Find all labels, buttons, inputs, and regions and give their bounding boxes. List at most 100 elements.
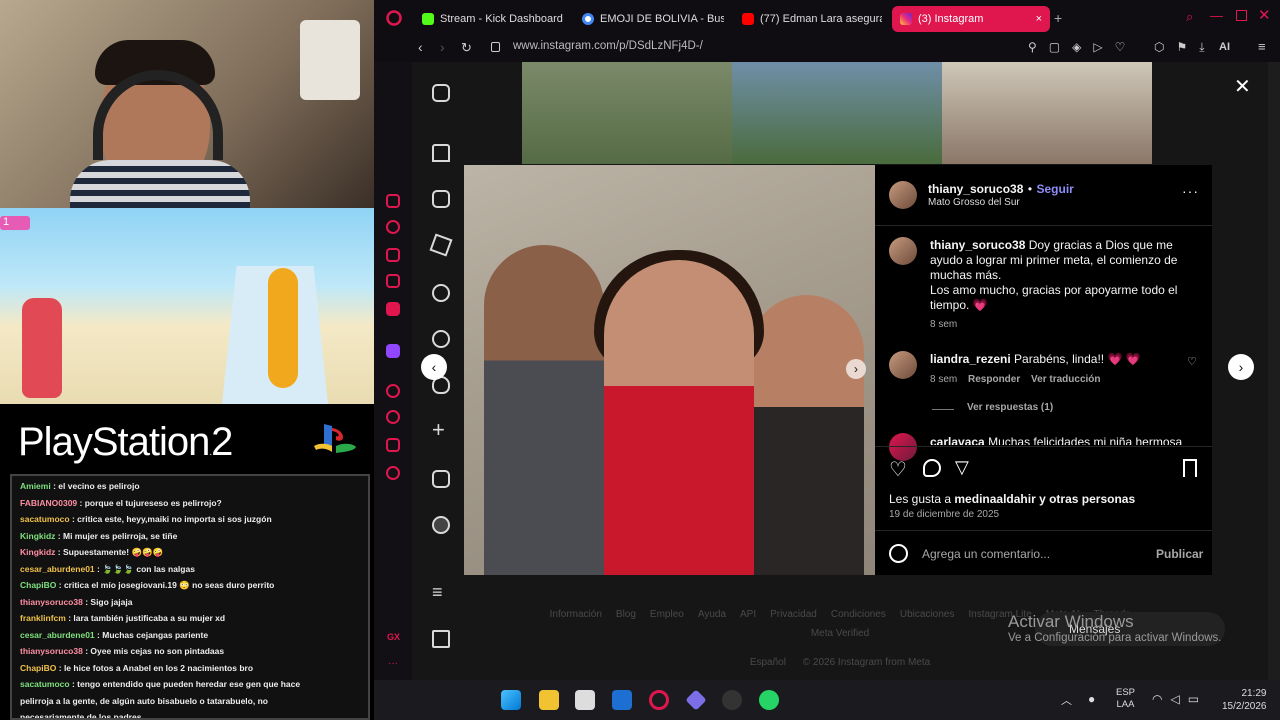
post-options-icon[interactable]: ··· <box>1182 183 1199 199</box>
tab-google[interactable]: EMOJI DE BOLIVIA - Busc <box>574 6 724 32</box>
author-name[interactable]: thiany_soruco38 <box>928 182 1023 196</box>
translate-button[interactable]: Ver traducción <box>1031 374 1100 385</box>
post-photo[interactable]: › <box>464 165 875 575</box>
store-icon[interactable] <box>575 690 595 710</box>
prev-post-button[interactable]: ‹ <box>421 354 447 380</box>
sidebar-no-icon[interactable] <box>386 274 400 288</box>
ai-button[interactable]: AI <box>1219 41 1230 53</box>
comment-username[interactable]: liandra_rezeni <box>930 352 1011 366</box>
clock[interactable]: 21:29 15/2/2026 <box>1222 687 1267 713</box>
url-field[interactable]: www.instagram.com/p/DSdLzNFj4D-/ <box>513 40 703 52</box>
chat-username: thianysoruco38 <box>20 646 83 656</box>
likes-text: Les gusta a <box>889 492 952 506</box>
back-button[interactable]: ‹ <box>418 39 423 55</box>
dashboard-icon[interactable] <box>432 470 450 488</box>
whatsapp-icon[interactable] <box>759 690 779 710</box>
messages-icon[interactable] <box>429 233 453 257</box>
chat-text: : porque el tujureseso es pelirrojo? <box>79 497 222 508</box>
obs-icon[interactable] <box>722 690 742 710</box>
comment-like-icon[interactable]: ♡ <box>1187 355 1197 368</box>
playstation-symbol-icon <box>314 424 356 453</box>
maximize-button[interactable] <box>1236 10 1247 21</box>
footer-link[interactable]: Empleo <box>650 609 684 620</box>
caption-text: tiempo. 💗 <box>930 298 988 312</box>
reload-icon[interactable]: ↻ <box>461 40 472 56</box>
comment-username[interactable]: carlavaca <box>930 435 985 445</box>
sidebar-m-icon[interactable] <box>386 302 400 316</box>
mic-icon[interactable]: ● <box>1088 692 1095 706</box>
opera-gx-taskbar-icon[interactable] <box>649 690 669 710</box>
toolbar-icons[interactable]: ⚲▢◈▷♡ <box>1028 40 1137 54</box>
footer-link[interactable]: Ubicaciones <box>900 609 954 620</box>
reply-button[interactable]: Responder <box>968 374 1020 385</box>
tab-instagram[interactable]: (3) Instagram × <box>892 6 1050 32</box>
post-location[interactable]: Mato Grosso del Sur <box>928 197 1020 208</box>
tab-youtube[interactable]: (77) Edman Lara asegura <box>734 6 882 32</box>
caption-avatar[interactable] <box>889 237 917 265</box>
language-selector[interactable]: Español <box>750 657 786 668</box>
follow-button[interactable]: Seguir <box>1036 182 1073 196</box>
share-icon[interactable]: ▽ <box>955 457 969 478</box>
twitch-icon[interactable] <box>386 344 400 358</box>
footer-link[interactable]: Ayuda <box>698 609 726 620</box>
close-post-icon[interactable]: ✕ <box>1234 74 1251 99</box>
sidebar-speed-icon[interactable] <box>386 220 400 234</box>
chat-text: : le hice fotos a Anabel en los 2 nacimi… <box>58 662 254 673</box>
extension-icons[interactable]: ⬡⚑⤓ <box>1154 40 1217 55</box>
instagram-logo-icon[interactable] <box>432 84 450 102</box>
network-volume-battery-icons[interactable]: ◠◁▭ <box>1152 692 1207 706</box>
tray-expand-icon[interactable]: ︿ <box>1061 692 1072 708</box>
likes-user[interactable]: medinaaldahir <box>954 492 1035 506</box>
next-post-button[interactable]: › <box>1228 354 1254 380</box>
publish-button[interactable]: Publicar <box>1156 547 1203 561</box>
app-icon[interactable] <box>685 689 707 711</box>
emoji-icon[interactable] <box>889 544 908 563</box>
start-button[interactable] <box>501 690 521 710</box>
footer-link[interactable]: Privacidad <box>770 609 817 620</box>
more-icon[interactable]: ··· <box>388 658 398 669</box>
more-menu-icon[interactable]: ≡ <box>432 583 450 602</box>
reels-icon[interactable] <box>432 190 450 208</box>
comment-avatar[interactable] <box>889 351 917 379</box>
footer-link[interactable]: Información <box>550 609 602 620</box>
language-indicator[interactable]: ESP LAA <box>1116 687 1135 711</box>
new-tab-button[interactable]: + <box>1054 10 1062 26</box>
like-icon[interactable]: ♡ <box>889 457 907 482</box>
create-icon[interactable]: + <box>432 419 450 441</box>
tab-kick[interactable]: Stream - Kick Dashboard <box>414 6 572 32</box>
ig-search-icon[interactable] <box>432 284 450 302</box>
footer-link[interactable]: Condiciones <box>831 609 886 620</box>
likes-others[interactable]: y otras personas <box>1039 492 1135 506</box>
close-window-button[interactable]: ✕ <box>1258 6 1271 24</box>
footer-link[interactable]: Blog <box>616 609 636 620</box>
author-avatar[interactable] <box>889 181 917 209</box>
opera-gx-icon[interactable] <box>386 10 402 26</box>
comment-input[interactable]: Agrega un comentario... <box>922 547 1050 561</box>
likes-summary[interactable]: Les gusta a medinaaldahir y otras person… <box>889 492 1135 506</box>
file-explorer-icon[interactable] <box>539 690 559 710</box>
dell-icon[interactable] <box>612 690 632 710</box>
chat-username: ChapiBO <box>20 580 57 590</box>
comment-icon[interactable] <box>923 459 941 477</box>
forward-button[interactable]: › <box>440 39 445 55</box>
tab-label: (77) Edman Lara asegura <box>760 13 882 25</box>
photo-next-arrow[interactable]: › <box>846 359 866 379</box>
search-icon[interactable]: ⌕ <box>1186 9 1193 25</box>
chat-message: sacatumoco : tengo entendido que pueden … <box>20 676 360 693</box>
minimize-button[interactable]: — <box>1210 8 1223 23</box>
clock-icon[interactable] <box>386 410 400 424</box>
caption-username[interactable]: thiany_soruco38 <box>930 238 1025 252</box>
gear-icon[interactable] <box>386 466 400 480</box>
home-icon[interactable] <box>432 144 450 162</box>
save-icon[interactable] <box>1183 459 1197 477</box>
sidebar-gx-icon[interactable] <box>386 194 400 208</box>
sidebar-puzzle-icon[interactable] <box>386 438 400 452</box>
profile-avatar[interactable] <box>432 516 450 534</box>
sidebar-play-icon[interactable] <box>386 384 400 398</box>
menu-icon[interactable]: ≡ <box>1258 39 1266 54</box>
sidebar-store-icon[interactable] <box>386 248 400 262</box>
explore-icon[interactable] <box>432 330 450 348</box>
view-replies-button[interactable]: Ver respuestas (1) <box>967 402 1053 413</box>
footer-link[interactable]: API <box>740 609 756 620</box>
scrollbar[interactable] <box>1268 62 1280 680</box>
